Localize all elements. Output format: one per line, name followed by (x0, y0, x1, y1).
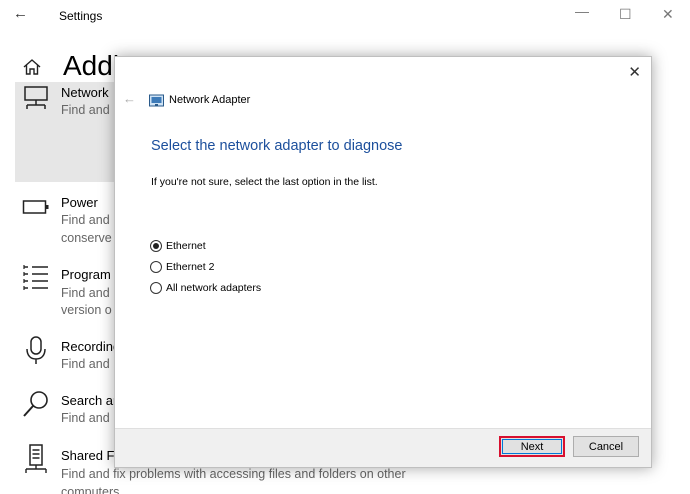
radio-label: All network adapters (166, 282, 262, 294)
radio-button[interactable] (150, 240, 162, 252)
window-title: Settings (59, 9, 103, 23)
item-description: Find and (61, 103, 110, 117)
item-description: Find and (61, 286, 110, 300)
item-title: Shared Fo (61, 448, 122, 463)
item-title: Recording (61, 339, 121, 354)
dialog-footer: Next Cancel (115, 428, 651, 467)
close-icon[interactable]: ✕ (662, 6, 674, 23)
item-description: version o (61, 303, 112, 317)
radio-label: Ethernet 2 (166, 261, 215, 273)
item-description: computers (61, 485, 120, 494)
dialog-close-icon[interactable]: ✕ (628, 63, 641, 81)
radio-option-ethernet[interactable]: Ethernet (150, 239, 206, 253)
item-description: conserve (61, 231, 112, 245)
title-bar: ← Settings — ☐ ✕ (0, 0, 690, 32)
radio-button[interactable] (150, 261, 162, 273)
cancel-button[interactable]: Cancel (573, 436, 639, 457)
radio-label: Ethernet (166, 240, 206, 252)
microphone-icon (22, 336, 50, 371)
page-title: Addi (63, 50, 120, 81)
maximize-icon[interactable]: ☐ (619, 6, 632, 23)
battery-icon (22, 198, 50, 221)
minimize-icon[interactable]: — (575, 3, 589, 19)
dialog-hint: If you're not sure, select the last opti… (151, 176, 378, 188)
item-description: Find and fix problems with accessing fil… (61, 467, 406, 481)
item-description: Find and (61, 213, 110, 227)
network-adapter-icon (22, 86, 50, 117)
item-description: Find and (61, 411, 110, 425)
back-arrow-icon[interactable]: ← (13, 5, 28, 22)
item-title: Power (61, 195, 98, 210)
network-adapter-dialog: ✕ ← Network Adapter Select the network a… (114, 56, 652, 468)
item-description: Find and (61, 357, 110, 371)
next-button[interactable]: Next (499, 436, 565, 457)
dialog-title: Network Adapter (169, 94, 251, 106)
dialog-heading: Select the network adapter to diagnose (151, 138, 403, 154)
shared-folder-icon (22, 444, 50, 481)
item-title: Program (61, 267, 111, 282)
item-title: Network (61, 85, 109, 100)
radio-button[interactable] (150, 282, 162, 294)
search-icon (22, 390, 50, 423)
home-icon[interactable] (22, 58, 42, 81)
item-title: Search ar (61, 393, 118, 408)
troubleshooter-app-icon (149, 94, 165, 113)
radio-option-all-adapters[interactable]: All network adapters (150, 281, 261, 295)
dialog-back-arrow-icon[interactable]: ← (123, 91, 136, 106)
list-icon (22, 264, 50, 297)
radio-option-ethernet-2[interactable]: Ethernet 2 (150, 260, 214, 274)
